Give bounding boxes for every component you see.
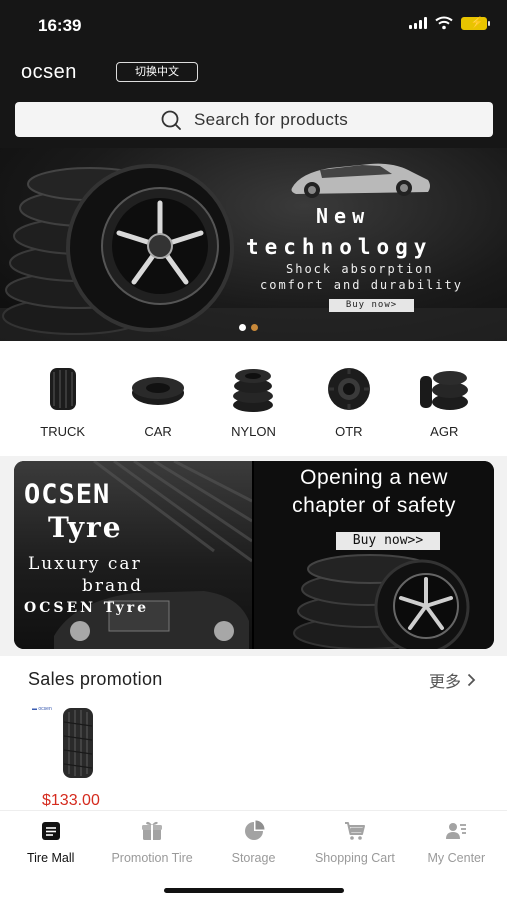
chevron-right-icon xyxy=(467,673,476,687)
category-label: OTR xyxy=(335,424,363,439)
home-indicator[interactable] xyxy=(164,888,344,893)
tab-label: My Center xyxy=(427,851,486,865)
category-car[interactable]: CAR xyxy=(118,341,198,456)
category-nylon[interactable]: NYLON xyxy=(213,341,293,456)
carousel-indicator[interactable] xyxy=(239,324,258,331)
truck-tire-icon xyxy=(49,368,76,410)
category-label: NYLON xyxy=(231,424,276,439)
otr-tire-icon xyxy=(327,368,370,410)
promo-luxury-text-3: OCSEN Tyre xyxy=(24,600,150,616)
bottom-tab-bar: Tire Mall Promotion Tire Storage Shoppin… xyxy=(0,810,507,900)
status-bar: 16:39 ⚡ xyxy=(0,0,507,50)
tab-my-center[interactable]: My Center xyxy=(406,811,507,873)
more-label: 更多 xyxy=(428,674,461,691)
tab-promotion-tire[interactable]: Promotion Tire xyxy=(101,811,202,873)
app-header: 16:39 ⚡ ocsen 切换中文 Search for products xyxy=(0,0,507,148)
cart-icon xyxy=(344,822,365,840)
category-row: TRUCK CAR NYLON OTR AGR xyxy=(0,341,507,456)
tab-tire-mall[interactable]: Tire Mall xyxy=(0,811,101,873)
gift-icon xyxy=(142,821,163,840)
car-tire-icon xyxy=(132,377,185,405)
tab-shopping-cart[interactable]: Shopping Cart xyxy=(304,811,405,873)
tab-label: Promotion Tire xyxy=(111,851,193,865)
category-truck[interactable]: TRUCK xyxy=(23,341,103,456)
promo-luxury-text-2: brand xyxy=(82,576,143,596)
nylon-tire-icon xyxy=(233,369,274,412)
search-placeholder: Search for products xyxy=(193,109,349,129)
search-bar[interactable]: Search for products xyxy=(15,102,493,137)
hero-banner[interactable]: New technology Shock absorption comfort … xyxy=(0,148,507,341)
tire-mall-icon xyxy=(41,822,60,840)
carousel-dot-active[interactable] xyxy=(251,324,258,331)
hero-subtitle-1: Shock absorption xyxy=(286,262,434,276)
hero-headline-2: technology xyxy=(246,235,433,259)
category-label: CAR xyxy=(144,424,172,439)
status-icons: ⚡ xyxy=(409,16,490,30)
promo-tyre-text: Tyre xyxy=(48,511,123,544)
tab-storage[interactable]: Storage xyxy=(203,811,304,873)
category-agr[interactable]: AGR xyxy=(404,341,484,456)
tire-stack-image xyxy=(293,554,470,649)
product-price: $133.00 xyxy=(42,792,100,809)
tab-label: Storage xyxy=(231,851,276,865)
cellular-signal-icon xyxy=(409,17,427,29)
carousel-dot[interactable] xyxy=(239,324,246,331)
wifi-icon xyxy=(435,16,453,30)
switch-language-button[interactable]: 切换中文 xyxy=(116,62,198,82)
promo-left-panel[interactable]: OCSEN Tyre Luxury car brand OCSEN Tyre xyxy=(14,461,252,649)
agr-tire-icon xyxy=(420,371,469,410)
product-card[interactable]: ▬ ocsen $133.00 xyxy=(28,702,128,809)
svg-text:▬ ocsen: ▬ ocsen xyxy=(32,706,52,712)
profile-card-icon xyxy=(446,823,467,839)
hero-headline-1: New xyxy=(316,204,371,228)
more-link[interactable]: 更多 xyxy=(429,668,476,692)
promo-right-panel[interactable]: Opening a new chapter of safety Buy now>… xyxy=(254,461,494,649)
promo-banner[interactable]: OCSEN Tyre Luxury car brand OCSEN Tyre O… xyxy=(14,461,494,649)
tab-label: Shopping Cart xyxy=(314,851,395,865)
hero-buy-now-button[interactable]: Buy now> xyxy=(329,299,414,312)
category-label: TRUCK xyxy=(40,424,86,439)
status-time: 16:39 xyxy=(38,16,82,35)
promo-luxury-text-1: Luxury car xyxy=(28,554,142,574)
tab-label: Tire Mall xyxy=(26,851,75,865)
brand-logo: ocsen xyxy=(21,61,77,83)
category-label: AGR xyxy=(430,424,459,439)
hero-subtitle-2: comfort and durability xyxy=(260,278,463,292)
pie-chart-icon xyxy=(244,820,265,840)
battery-charging-icon: ⚡ xyxy=(461,16,490,30)
product-tire-image: ▬ ocsen xyxy=(32,706,93,778)
promo-brand-text: OCSEN xyxy=(24,479,111,510)
category-otr[interactable]: OTR xyxy=(309,341,389,456)
search-icon xyxy=(161,110,181,130)
sales-promotion-title: Sales promotion xyxy=(28,669,163,689)
car-image xyxy=(291,163,430,198)
sales-promotion-card: Sales promotion 更多 ▬ ocsen $133.00 xyxy=(14,656,494,816)
